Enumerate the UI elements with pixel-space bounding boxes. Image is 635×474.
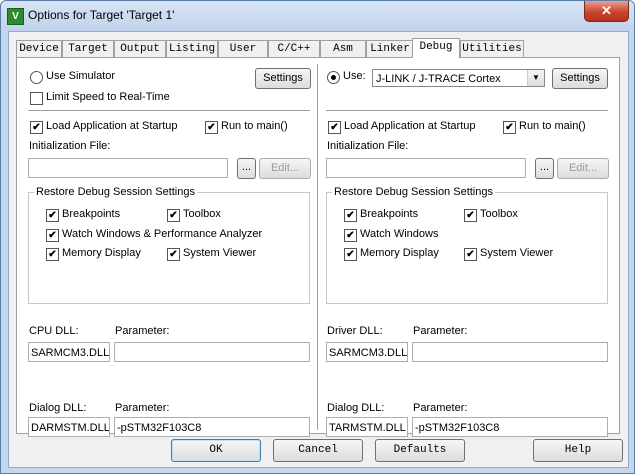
left-browse-button[interactable]: ...	[237, 158, 256, 179]
cpu-dll-label: CPU DLL:	[29, 325, 79, 337]
driver-settings-button[interactable]: Settings	[552, 68, 608, 89]
right-system-viewer-checkbox[interactable]: ✔	[464, 248, 477, 261]
left-toolbox-label[interactable]: Toolbox	[183, 208, 221, 220]
tab-debug[interactable]: Debug	[412, 38, 460, 58]
right-breakpoints-label[interactable]: Breakpoints	[360, 208, 418, 220]
defaults-button[interactable]: Defaults	[375, 439, 465, 462]
right-run-to-main-label[interactable]: Run to main()	[519, 120, 586, 132]
right-dialog-param-label: Parameter:	[413, 402, 468, 414]
right-breakpoints-checkbox[interactable]: ✔	[344, 209, 357, 222]
ok-button[interactable]: OK	[171, 439, 261, 462]
right-watch-checkbox[interactable]: ✔	[344, 229, 357, 242]
left-dialog-param-label: Parameter:	[115, 402, 170, 414]
left-dialog-dll-label: Dialog DLL:	[29, 402, 87, 414]
right-browse-button[interactable]: ...	[535, 158, 554, 179]
tab-listing[interactable]: Listing	[166, 40, 218, 57]
driver-param-input[interactable]	[412, 342, 608, 362]
right-init-file-input[interactable]	[326, 158, 526, 178]
driver-dll-label: Driver DLL:	[327, 325, 383, 337]
left-run-to-main-label[interactable]: Run to main()	[221, 120, 288, 132]
debug-tab-panel: Use Simulator Limit Speed to Real-Time S…	[16, 57, 620, 437]
left-restore-group-label: Restore Debug Session Settings	[34, 186, 197, 198]
tab-utilities[interactable]: Utilities	[460, 40, 524, 57]
cancel-button[interactable]: Cancel	[273, 439, 363, 462]
left-separator-top	[28, 110, 310, 112]
right-toolbox-checkbox[interactable]: ✔	[464, 209, 477, 222]
right-separator-top	[326, 110, 608, 112]
left-system-viewer-checkbox[interactable]: ✔	[167, 248, 180, 261]
simulator-settings-button[interactable]: Settings	[255, 68, 311, 89]
left-watch-checkbox[interactable]: ✔	[46, 229, 59, 242]
left-init-file-input[interactable]	[28, 158, 228, 178]
use-target-radio[interactable]	[327, 71, 340, 84]
tab-target[interactable]: Target	[62, 40, 114, 57]
keil-app-icon: V	[7, 8, 24, 25]
left-load-app-checkbox[interactable]: ✔	[30, 121, 43, 134]
left-toolbox-checkbox[interactable]: ✔	[167, 209, 180, 222]
right-load-app-label[interactable]: Load Application at Startup	[344, 120, 475, 132]
tab-output[interactable]: Output	[114, 40, 166, 57]
tab-linker[interactable]: Linker	[366, 40, 414, 57]
right-memory-label[interactable]: Memory Display	[360, 247, 439, 259]
tab-asm[interactable]: Asm	[320, 40, 366, 57]
tab-user[interactable]: User	[218, 40, 268, 57]
driver-param-label: Parameter:	[413, 325, 468, 337]
right-dialog-param-input[interactable]: -pSTM32F103C8	[412, 417, 608, 437]
right-edit-button: Edit...	[557, 158, 609, 179]
right-watch-label[interactable]: Watch Windows	[360, 228, 438, 240]
driver-dll-input[interactable]: SARMCM3.DLL	[326, 342, 408, 362]
use-simulator-radio[interactable]	[30, 71, 43, 84]
right-system-viewer-label[interactable]: System Viewer	[480, 247, 553, 259]
tab-device[interactable]: Device	[16, 40, 62, 57]
cpu-param-input[interactable]	[114, 342, 310, 362]
left-load-app-label[interactable]: Load Application at Startup	[46, 120, 177, 132]
dialog-client-area: Device Target Output Listing User C/C++ …	[8, 31, 629, 468]
right-restore-group-label: Restore Debug Session Settings	[332, 186, 495, 198]
right-toolbox-label[interactable]: Toolbox	[480, 208, 518, 220]
help-button[interactable]: Help	[533, 439, 623, 462]
left-memory-label[interactable]: Memory Display	[62, 247, 141, 259]
options-dialog-window: V Options for Target 'Target 1' ✕ Device…	[0, 0, 635, 474]
left-edit-button: Edit...	[259, 158, 311, 179]
cpu-param-label: Parameter:	[115, 325, 170, 337]
cpu-dll-input[interactable]: SARMCM3.DLL	[28, 342, 110, 362]
column-divider	[317, 64, 319, 430]
limit-speed-label[interactable]: Limit Speed to Real-Time	[46, 91, 170, 103]
right-init-file-label: Initialization File:	[327, 140, 409, 152]
close-button[interactable]: ✕	[584, 1, 629, 22]
right-load-app-checkbox[interactable]: ✔	[328, 121, 341, 134]
chevron-down-icon[interactable]: ▼	[527, 70, 544, 86]
use-simulator-label[interactable]: Use Simulator	[46, 70, 115, 82]
left-breakpoints-checkbox[interactable]: ✔	[46, 209, 59, 222]
limit-speed-checkbox[interactable]	[30, 92, 43, 105]
left-system-viewer-label[interactable]: System Viewer	[183, 247, 256, 259]
use-target-label[interactable]: Use:	[343, 70, 366, 82]
debug-driver-value: J-LINK / J-TRACE Cortex	[376, 73, 501, 85]
left-breakpoints-label[interactable]: Breakpoints	[62, 208, 120, 220]
left-memory-checkbox[interactable]: ✔	[46, 248, 59, 261]
left-dialog-dll-input[interactable]: DARMSTM.DLL	[28, 417, 110, 437]
left-init-file-label: Initialization File:	[29, 140, 111, 152]
right-dialog-dll-label: Dialog DLL:	[327, 402, 385, 414]
right-memory-checkbox[interactable]: ✔	[344, 248, 357, 261]
title-bar[interactable]: V Options for Target 'Target 1' ✕	[1, 1, 634, 31]
left-run-to-main-checkbox[interactable]: ✔	[205, 121, 218, 134]
right-dialog-dll-input[interactable]: TARMSTM.DLL	[326, 417, 408, 437]
right-run-to-main-checkbox[interactable]: ✔	[503, 121, 516, 134]
debug-driver-select[interactable]: J-LINK / J-TRACE Cortex ▼	[372, 69, 545, 87]
window-title: Options for Target 'Target 1'	[28, 8, 175, 22]
left-dialog-param-input[interactable]: -pSTM32F103C8	[114, 417, 310, 437]
left-watch-label[interactable]: Watch Windows & Performance Analyzer	[62, 228, 262, 240]
tab-c-cpp[interactable]: C/C++	[268, 40, 320, 57]
